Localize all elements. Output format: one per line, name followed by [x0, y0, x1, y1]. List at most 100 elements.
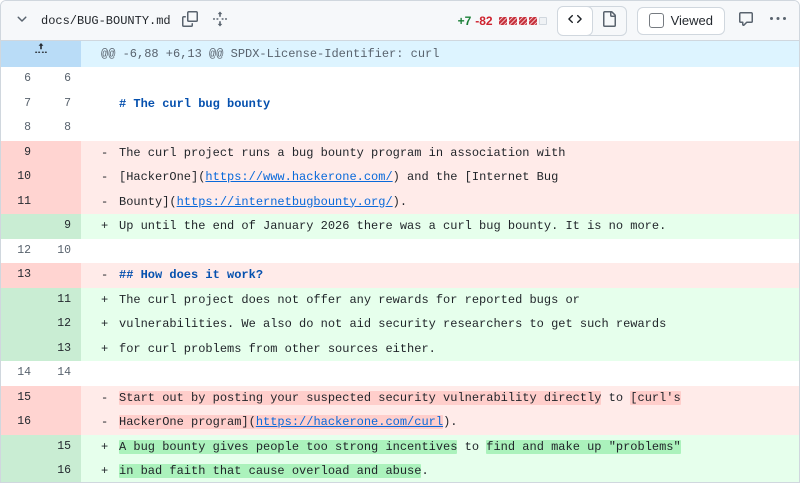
old-line-number[interactable]: 12: [1, 239, 41, 264]
expand-all-button[interactable]: [209, 10, 231, 32]
line-text: The curl project runs a bug bounty progr…: [119, 145, 566, 160]
diff-sign: +: [101, 464, 109, 478]
unfold-icon: [212, 11, 228, 30]
context-line: 77 # The curl bug bounty: [1, 92, 799, 117]
markdown-heading-text: ## How does it work?: [119, 268, 264, 282]
deleted-word-highlight: [curl's: [630, 390, 681, 405]
old-line-number[interactable]: 14: [1, 361, 41, 386]
old-line-number[interactable]: 10: [1, 165, 41, 190]
diffstat: +7 -82: [458, 14, 547, 28]
old-line-number[interactable]: 16: [1, 410, 41, 435]
diff-sign: -: [101, 170, 109, 184]
deleted-line: 15 - Start out by posting your suspected …: [1, 385, 799, 411]
diffstat-block: [528, 16, 537, 25]
new-line-number[interactable]: [41, 165, 81, 190]
old-line-number[interactable]: 9: [1, 140, 41, 165]
line-text: vulnerabilities. We also do not aid secu…: [119, 317, 667, 331]
viewed-checkbox[interactable]: [648, 13, 664, 28]
new-line-number[interactable]: 11: [41, 287, 81, 312]
copy-path-button[interactable]: [179, 10, 201, 32]
new-line-number[interactable]: 10: [41, 239, 81, 264]
line-content: + The curl project does not offer any rew…: [81, 288, 799, 313]
added-line: 9 + Up until the end of January 2026 ther…: [1, 214, 799, 239]
file-options-button[interactable]: [767, 10, 789, 32]
old-line-number[interactable]: 8: [1, 116, 41, 141]
old-line-number[interactable]: 6: [1, 67, 41, 92]
viewed-label: Viewed: [670, 13, 713, 28]
old-line-number[interactable]: 11: [1, 189, 41, 214]
source-diff-toggle[interactable]: [557, 6, 593, 35]
added-line: 11 + The curl project does not offer any …: [1, 287, 799, 313]
line-content: - HackerOne program](https://hackerone.co…: [81, 410, 799, 435]
file-header-right: +7 -82 Viewed: [458, 5, 789, 36]
new-line-number[interactable]: 8: [41, 116, 81, 141]
diff-sign: +: [101, 439, 109, 454]
line-text: ).: [443, 415, 458, 429]
copy-icon: [181, 11, 198, 30]
line-content: + vulnerabilities. We also do not aid sec…: [81, 312, 799, 337]
deletions-count: -82: [475, 13, 493, 28]
old-line-number[interactable]: [1, 434, 41, 459]
file-name[interactable]: docs/BUG-BOUNTY.md: [41, 14, 171, 28]
line-text: The curl project does not offer any rewa…: [119, 292, 580, 307]
comment-icon: [738, 11, 754, 30]
new-line-number[interactable]: [41, 140, 81, 165]
added-line: 12 + vulnerabilities. We also do not aid …: [1, 312, 799, 337]
diff-sign: -: [101, 194, 109, 209]
new-line-number[interactable]: 16: [41, 459, 81, 482]
old-line-number[interactable]: [1, 214, 41, 239]
line-content: [81, 239, 799, 264]
line-content: + A bug bounty gives people too strong in…: [81, 435, 799, 460]
viewed-button[interactable]: Viewed: [636, 6, 725, 35]
new-line-number[interactable]: 13: [41, 336, 81, 361]
old-line-number[interactable]: [1, 336, 41, 361]
line-content: # The curl bug bounty: [81, 92, 799, 117]
line-content: - The curl project runs a bug bounty prog…: [81, 141, 799, 166]
url-link[interactable]: https://hackerone.com/curl: [255, 415, 444, 429]
url-link[interactable]: https://internetbugbounty.org/: [177, 195, 393, 209]
new-line-number[interactable]: [41, 410, 81, 435]
old-line-number[interactable]: [1, 459, 41, 482]
rich-diff-toggle[interactable]: [592, 7, 626, 35]
diffstat-blocks: [498, 16, 547, 25]
line-content: + for curl problems from other sources ei…: [81, 337, 799, 362]
line-content: - Start out by posting your suspected sec…: [81, 386, 799, 411]
diff-file-container: docs/BUG-BOUNTY.md +7 -82 Viewed @@ -6,8…: [0, 0, 800, 483]
added-line: 13 + for curl problems from other sources…: [1, 336, 799, 362]
markdown-heading-text: # The curl bug bounty: [119, 96, 271, 111]
diff-sign: -: [101, 145, 109, 160]
new-line-number[interactable]: [41, 385, 81, 410]
new-line-number[interactable]: [41, 263, 81, 288]
line-content: + in bad faith that cause overload and ab…: [81, 459, 799, 482]
old-line-number[interactable]: [1, 287, 41, 312]
old-line-number[interactable]: 7: [1, 92, 41, 117]
line-text: .: [421, 464, 429, 478]
comment-button[interactable]: [735, 10, 757, 32]
line-text: ) and the [Internet Bug: [392, 170, 559, 184]
collapse-file-button[interactable]: [11, 10, 33, 32]
line-text: ).: [392, 194, 408, 209]
deleted-line: 11 - Bounty](https://internetbugbounty.or…: [1, 189, 799, 214]
file-header-left: docs/BUG-BOUNTY.md: [11, 10, 231, 32]
new-line-number[interactable]: 12: [41, 312, 81, 337]
diff-table: @@ -6,88 +6,13 @@ SPDX-License-Identifie…: [1, 41, 799, 482]
deleted-line: 13 - ## How does it work?: [1, 263, 799, 288]
new-line-number[interactable]: 9: [41, 214, 81, 239]
new-line-number[interactable]: [41, 189, 81, 214]
old-line-number[interactable]: 13: [1, 263, 41, 288]
diff-sign: -: [101, 268, 109, 282]
expand-hunk-button[interactable]: [1, 41, 81, 67]
diff-sign: +: [101, 219, 109, 233]
new-line-number[interactable]: 6: [41, 67, 81, 92]
old-line-number[interactable]: [1, 312, 41, 337]
diff-sign: +: [101, 292, 109, 307]
new-line-number[interactable]: 15: [41, 434, 81, 459]
old-line-number[interactable]: 15: [1, 385, 41, 410]
url-link[interactable]: https://www.hackerone.com/: [205, 170, 392, 184]
new-line-number[interactable]: 7: [41, 92, 81, 117]
new-line-number[interactable]: 14: [41, 361, 81, 386]
added-word-highlight: A bug bounty gives people too strong inc…: [119, 439, 458, 454]
diff-sign: +: [101, 317, 109, 331]
hunk-header-row: @@ -6,88 +6,13 @@ SPDX-License-Identifie…: [1, 41, 799, 67]
added-word-highlight: in bad faith that cause overload and abu…: [119, 464, 422, 478]
